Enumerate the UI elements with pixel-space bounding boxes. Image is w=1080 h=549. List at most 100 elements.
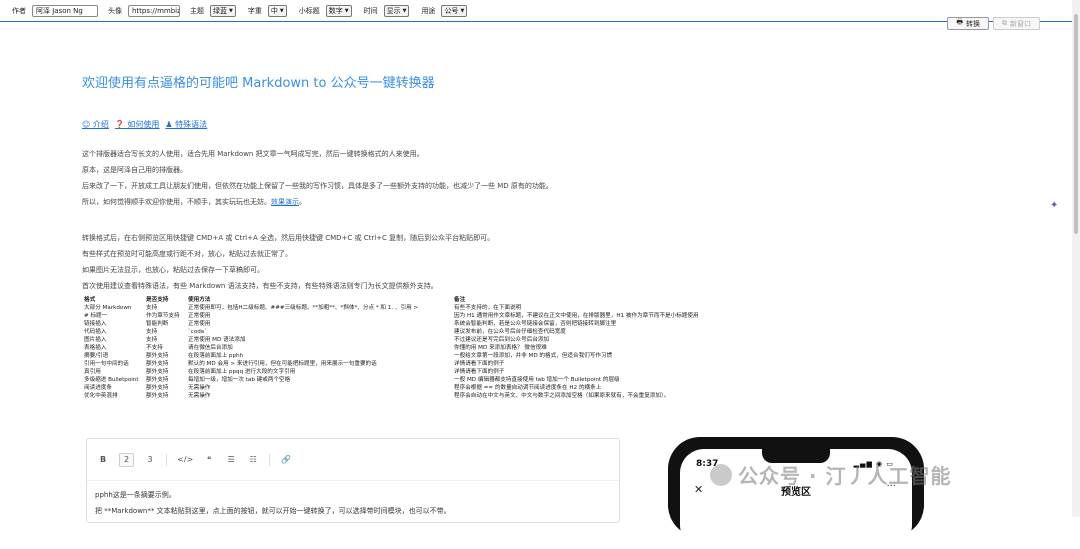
- syntax-table: 格式 是否支持 使用方法 备注 大部分 Markdown 支持 正常使用即可，包括H…: [84, 296, 754, 400]
- usage-paragraphs: 转换格式后，在右侧预览区用快捷键 CMD+A 或 Ctrl+A 全选，然后用快捷…: [82, 230, 782, 294]
- table-cell: 默认的 MD 会用 > 来进行引用，但在可能把标题里，用来展示一句重要的话: [188, 361, 377, 367]
- demo-link[interactable]: 效果演示: [271, 198, 299, 206]
- convert-button[interactable]: 🖶 转换: [947, 17, 989, 30]
- table-cell: 正常使用: [188, 321, 211, 327]
- table-cell: 代码插入: [84, 329, 107, 335]
- theme-label: 主题: [190, 7, 204, 15]
- paragraph: 原本，这是阿泽自己用的排版器。: [82, 166, 187, 174]
- table-cell: 额外支持: [146, 377, 169, 383]
- convert-icon: 🖶: [956, 18, 963, 26]
- table-cell: 详情请看下面的例子: [454, 361, 505, 367]
- bold-button[interactable]: B: [97, 453, 109, 467]
- time-select[interactable]: 显示 ▼: [383, 5, 410, 17]
- table-cell: 支持: [146, 305, 158, 311]
- table-cell: 大部分 Markdown: [84, 305, 132, 311]
- scrollbar[interactable]: [1072, 0, 1080, 517]
- table-row: 引用一句中间的话 额外支持 默认的 MD 会用 > 来进行引用，但在可能把标题里，用…: [84, 360, 754, 368]
- theme-select[interactable]: 绿蓝 ▼: [210, 5, 236, 17]
- heading2-button[interactable]: 2: [119, 452, 135, 467]
- table-cell: 一般 MD 编辑器都支持直接使用 tab 增加一个 Bulletpoint 的层…: [454, 377, 620, 383]
- divider: [166, 453, 168, 466]
- table-row: # 标题一 作为章节支持 正常使用 因为 H1 通常用作文章标题，不建议在正文中使用，…: [84, 312, 754, 320]
- table-row: 多级缩进 Bulletpoint 额外支持 每增加一级，增加一次 tab 键或两个空…: [84, 376, 754, 384]
- table-cell: 额外支持: [146, 369, 169, 375]
- action-buttons: 🖶 转换 ⧉ 新窗口: [947, 17, 1040, 30]
- table-cell: 引用一句中间的话: [84, 361, 129, 367]
- table-cell: 程序会根据 == 的数量自动调节阅读进度条在 H2 的横条上: [454, 385, 602, 391]
- table-cell: 建议发布前，在公众号后台仔细检查代码宽度: [454, 329, 566, 335]
- chevron-down-icon: ▼: [460, 7, 465, 14]
- use-select[interactable]: 公号 ▼: [441, 5, 468, 17]
- divider: [0, 21, 1072, 22]
- table-row: 链接插入 智能判断 正常使用 系统会智能判断，若是公众号链接会保留，否则把链接转到脚注…: [84, 320, 754, 328]
- author-label: 作者: [12, 7, 26, 15]
- table-row: 阅读进度条 额外支持 无需操作 程序会根据 == 的数量自动调节阅读进度条在 H2 的…: [84, 384, 754, 392]
- heading3-button[interactable]: 3: [144, 453, 156, 467]
- table-row: 图片插入 支持 正常使用 MD 语法添加 不过建议还是写完后到公众号后台添加: [84, 336, 754, 344]
- table-cell: 每增加一级，增加一次 tab 键或两个空格: [188, 377, 291, 383]
- table-cell: 表格插入: [84, 345, 107, 351]
- avatar-url-input[interactable]: https://mmbiz.: [128, 5, 180, 17]
- chevron-down-icon: ▼: [344, 7, 349, 14]
- paragraph: 后来改了一下，开放成工具让朋友们使用，但依然在功能上保留了一些我的写作习惯，具体…: [82, 182, 553, 190]
- numbered-list-button[interactable]: ☷: [247, 453, 259, 467]
- table-cell: 不支持: [146, 345, 163, 351]
- table-row: 表格插入 不支持 请在微信后台添加 你懂的用 MD 来添加表格？ 微信很难: [84, 344, 754, 352]
- table-cell: 正常使用: [188, 313, 211, 319]
- sparkle-icon[interactable]: ✦: [1050, 200, 1064, 214]
- quote-button[interactable]: ❝: [203, 453, 215, 467]
- editor-line: pphh这是一条摘要示例。: [95, 491, 176, 499]
- avatar-label: 头像: [108, 7, 122, 15]
- table-cell: 无需操作: [188, 393, 211, 399]
- markdown-editor[interactable]: B 2 3 </> ❝ ☰ ☷ 🔗 pphh这是一条摘要示例。 把 **Mark…: [86, 438, 620, 523]
- table-cell: 额外支持: [146, 361, 169, 367]
- author-input[interactable]: 阿泽 Jason Ng: [32, 5, 98, 17]
- table-cell: 请在微信后台添加: [188, 345, 233, 351]
- table-cell: 额外支持: [146, 353, 169, 359]
- new-window-button[interactable]: ⧉ 新窗口: [993, 17, 1040, 30]
- paragraph: 所以，如何觉得顺手欢迎你使用，不顺手，其实玩玩也无妨。效果演示。: [82, 198, 306, 206]
- howto-link[interactable]: ❓ 如何使用: [115, 119, 160, 130]
- time-label: 时间: [363, 7, 378, 15]
- use-label: 用途: [421, 7, 436, 15]
- table-cell: 支持: [146, 329, 158, 335]
- table-cell: 因为 H1 通常用作文章标题，不建议在正文中使用，在排版器里，H1 被作为章节而…: [454, 313, 699, 319]
- paragraph: 有些样式在预览时可能高度或行距不对，放心，粘贴过去就正常了。: [82, 250, 292, 258]
- table-cell: 正常使用即可，包括H二级标题、###三级标题、**加粗**、*斜体*、分点 * …: [188, 305, 419, 311]
- table-cell: 正常使用 MD 语法添加: [188, 337, 246, 343]
- settings-toolbar: 作者 阿泽 Jason Ng 头像 https://mmbiz. 主题 绿蓝 ▼ …: [0, 0, 1080, 22]
- table-cell: 在段落前面加上 ppqq 进行大段的文字引用: [188, 369, 296, 375]
- paragraph: 首次使用建议查看特殊语法，有些 Markdown 语法支持，有些不支持，有些特殊…: [82, 282, 438, 290]
- fontsize-select[interactable]: 中 ▼: [267, 5, 287, 17]
- paragraph: 这个排版器适合写长文的人使用，适合先用 Markdown 把文章一气呵成写完，然…: [82, 150, 424, 158]
- table-cell: 支持: [146, 337, 158, 343]
- table-cell: 真引用: [84, 369, 101, 375]
- watermark: 公众号 · 汀丿人工智能: [710, 460, 952, 489]
- link-button[interactable]: 🔗: [280, 453, 292, 467]
- subtitle-select[interactable]: 数字 ▼: [325, 5, 352, 17]
- doc-links: ☺ 介绍 ❓ 如何使用 ♟ 特殊语法: [82, 119, 782, 130]
- divider: [269, 453, 271, 466]
- special-syntax-link[interactable]: ♟ 特殊语法: [165, 119, 207, 130]
- table-row: 代码插入 支持 `code` 建议发布前，在公众号后台仔细检查代码宽度: [84, 328, 754, 336]
- code-button[interactable]: </>: [177, 453, 193, 467]
- table-cell: `code`: [188, 329, 208, 335]
- editor-body[interactable]: pphh这是一条摘要示例。 把 **Markdown** 文本粘贴到这里，点上面…: [87, 481, 619, 525]
- bullet-list-button[interactable]: ☰: [225, 453, 237, 467]
- page-title: 欢迎使用有点逼格的可能吧 Markdown to 公众号一键转换器: [82, 76, 435, 91]
- table-cell: 不过建议还是写完后到公众号后台添加: [454, 337, 550, 343]
- table-cell: 多级缩进 Bulletpoint: [84, 377, 139, 383]
- document-content: 欢迎使用有点逼格的可能吧 Markdown to 公众号一键转换器 ☺ 介绍 ❓…: [82, 72, 782, 294]
- scrollbar-thumb[interactable]: [1074, 14, 1078, 234]
- table-cell: 智能判断: [146, 321, 169, 327]
- external-link-icon: ⧉: [1002, 19, 1007, 27]
- table-cell: 额外支持: [146, 385, 169, 391]
- subtitle-label: 小标题: [298, 7, 320, 15]
- intro-link[interactable]: ☺ 介绍: [82, 119, 109, 130]
- table-cell: 系统会智能判断，若是公众号链接会保留，否则把链接转到脚注里: [454, 321, 617, 327]
- table-cell: 阅读进度条: [84, 385, 112, 391]
- table-row: 大部分 Markdown 支持 正常使用即可，包括H二级标题、###三级标题、**加…: [84, 304, 754, 312]
- table-cell: 图片插入: [84, 337, 107, 343]
- table-cell: 程序会自动在中文与英文、中文与数字之间添加空格（如果原来就有，不会重复添加）。: [454, 393, 670, 399]
- chevron-down-icon: ▼: [279, 7, 284, 14]
